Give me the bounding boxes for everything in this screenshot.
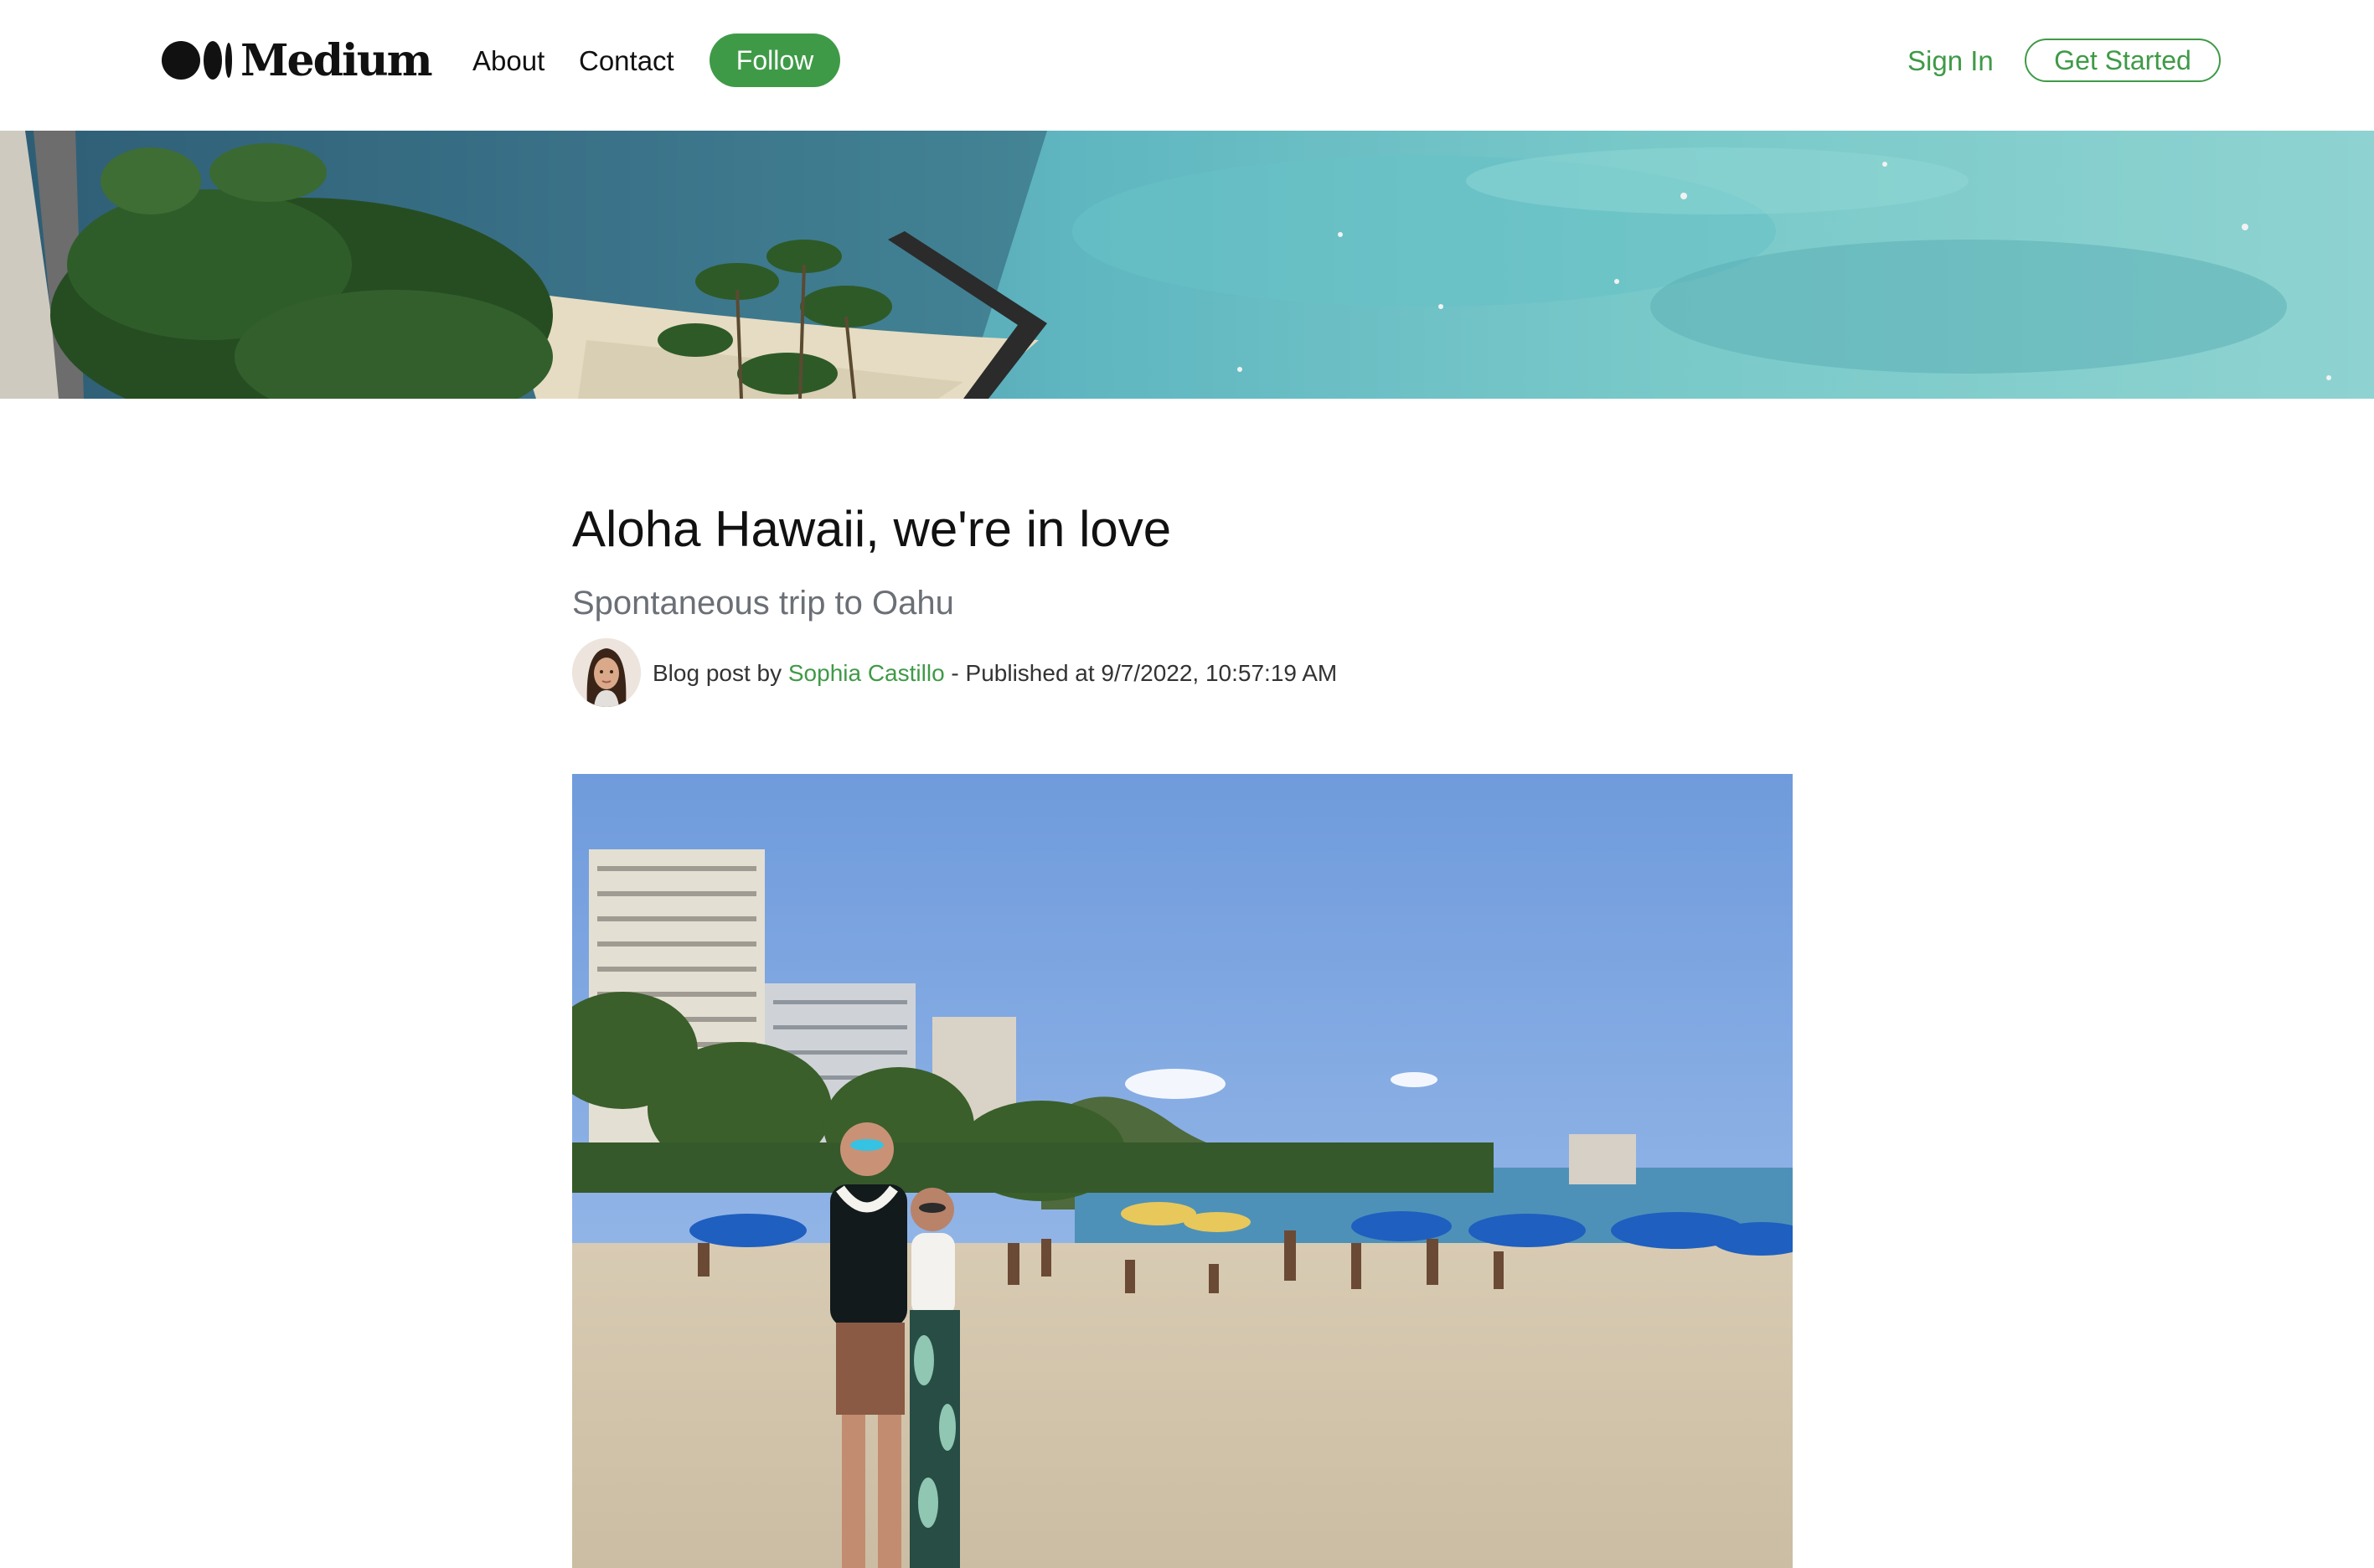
follow-button[interactable]: Follow xyxy=(710,34,840,87)
author-avatar[interactable] xyxy=(572,638,641,707)
nav-contact-link[interactable]: Contact xyxy=(579,42,674,80)
sign-in-link[interactable]: Sign In xyxy=(1907,42,1994,80)
hero-banner-image xyxy=(0,131,2374,399)
article-photo xyxy=(572,774,1793,1568)
logo-wordmark: Medium xyxy=(240,34,433,86)
author-portrait-icon xyxy=(572,638,641,707)
medium-logo[interactable]: Medium xyxy=(162,34,433,86)
article-title: Aloha Hawaii, we're in love xyxy=(572,501,1172,557)
beach-couple-photo xyxy=(572,774,1793,1568)
get-started-button[interactable]: Get Started xyxy=(2025,39,2221,82)
hero-beach-illustration xyxy=(0,131,2331,399)
medium-logo-mark xyxy=(162,41,232,80)
article-byline: Blog post by Sophia Castillo - Published… xyxy=(653,657,1337,690)
article-subtitle: Spontaneous trip to Oahu xyxy=(572,585,954,622)
top-navbar: Medium About Contact Follow Sign In Get … xyxy=(0,0,2374,131)
nav-about-link[interactable]: About xyxy=(472,42,544,80)
author-link[interactable]: Sophia Castillo xyxy=(788,660,945,686)
published-date: - Published at 9/7/2022, 10:57:19 AM xyxy=(944,660,1338,686)
byline-prefix: Blog post by xyxy=(653,660,788,686)
